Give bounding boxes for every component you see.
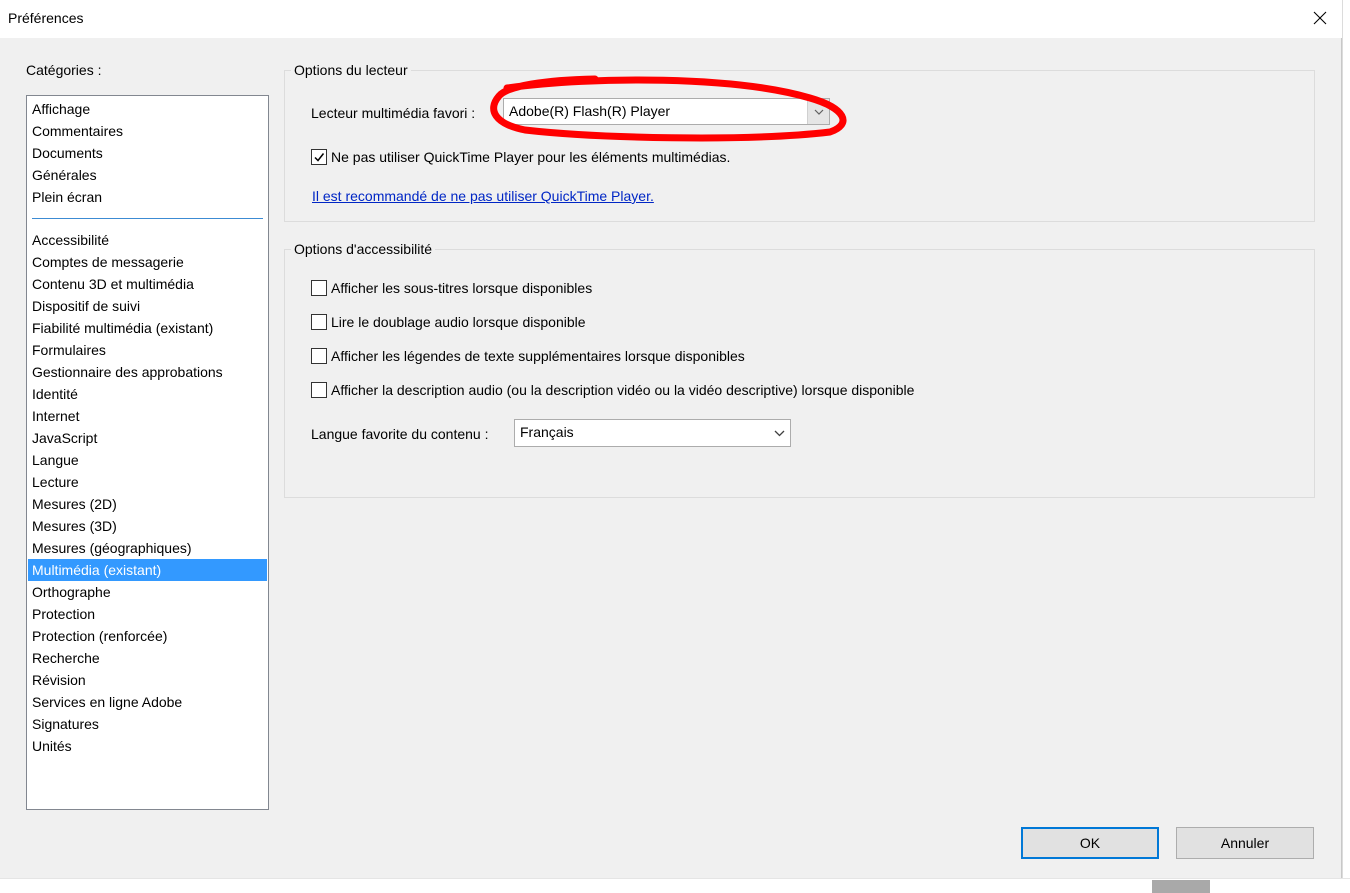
player-dropdown-value: Adobe(R) Flash(R) Player: [509, 103, 671, 119]
background-scroll-element: [1152, 880, 1210, 893]
category-item-mesures-3d[interactable]: Mesures (3D): [28, 515, 267, 537]
category-item-mesures-2d[interactable]: Mesures (2D): [28, 493, 267, 515]
category-item-fiabilite-multimedia-existant[interactable]: Fiabilité multimédia (existant): [28, 317, 267, 339]
category-item-internet[interactable]: Internet: [28, 405, 267, 427]
category-item-multimedia-existant[interactable]: Multimédia (existant): [28, 559, 267, 581]
category-item-langue[interactable]: Langue: [28, 449, 267, 471]
cancel-button[interactable]: Annuler: [1176, 827, 1314, 859]
ok-button[interactable]: OK: [1021, 827, 1159, 859]
audio-description-checkbox[interactable]: [311, 382, 327, 398]
content-language-arrow[interactable]: [768, 420, 790, 446]
title-bar: Préférences: [0, 0, 1342, 38]
category-item-accessibilite[interactable]: Accessibilité: [28, 229, 267, 251]
categories-label: Catégories :: [26, 62, 102, 78]
audio-dubbing-option[interactable]: Lire le doublage audio lorsque disponibl…: [311, 314, 586, 330]
subtitles-checkbox[interactable]: [311, 280, 327, 296]
audio-dubbing-checkbox-label: Lire le doublage audio lorsque disponibl…: [331, 314, 586, 330]
category-item-commentaires[interactable]: Commentaires: [28, 120, 267, 142]
quicktime-recommendation-link[interactable]: Il est recommandé de ne pas utiliser Qui…: [312, 188, 654, 204]
player-dropdown-arrow[interactable]: [807, 99, 829, 124]
category-item-orthographe[interactable]: Orthographe: [28, 581, 267, 603]
category-item-recherche[interactable]: Recherche: [28, 647, 267, 669]
close-button[interactable]: [1298, 0, 1342, 36]
category-item-gestionnaire-des-approbations[interactable]: Gestionnaire des approbations: [28, 361, 267, 383]
quicktime-checkbox-label: Ne pas utiliser QuickTime Player pour le…: [331, 149, 731, 165]
content-language-value: Français: [520, 424, 574, 440]
category-item-documents[interactable]: Documents: [28, 142, 267, 164]
check-icon: [314, 153, 325, 162]
audio-dubbing-checkbox[interactable]: [311, 314, 327, 330]
player-dropdown[interactable]: Adobe(R) Flash(R) Player: [503, 98, 830, 125]
category-item-signatures[interactable]: Signatures: [28, 713, 267, 735]
category-item-plein-ecran[interactable]: Plein écran: [28, 186, 267, 208]
category-group-secondary: Accessibilité Comptes de messagerie Conten…: [27, 229, 268, 757]
category-item-lecture[interactable]: Lecture: [28, 471, 267, 493]
close-icon: [1313, 11, 1327, 25]
audio-description-option[interactable]: Afficher la description audio (ou la des…: [311, 382, 914, 398]
background-window-edge: [1342, 0, 1350, 893]
category-item-javascript[interactable]: JavaScript: [28, 427, 267, 449]
audio-description-checkbox-label: Afficher la description audio (ou la des…: [331, 382, 915, 398]
category-item-services-en-ligne-adobe[interactable]: Services en ligne Adobe: [28, 691, 267, 713]
player-options-legend: Options du lecteur: [291, 62, 411, 78]
chevron-down-icon: [774, 430, 784, 436]
quicktime-option[interactable]: Ne pas utiliser QuickTime Player pour le…: [311, 149, 730, 165]
category-item-dispositif-de-suivi[interactable]: Dispositif de suivi: [28, 295, 267, 317]
category-item-mesures-geographiques[interactable]: Mesures (géographiques): [28, 537, 267, 559]
content-language-dropdown[interactable]: Français: [514, 419, 791, 447]
text-captions-option[interactable]: Afficher les légendes de texte supplémen…: [311, 348, 745, 364]
category-item-protection-renforcee[interactable]: Protection (renforcée): [28, 625, 267, 647]
category-item-identite[interactable]: Identité: [28, 383, 267, 405]
subtitles-option[interactable]: Afficher les sous-titres lorsque disponi…: [311, 280, 592, 296]
category-separator: [32, 218, 263, 219]
quicktime-checkbox[interactable]: [311, 149, 327, 165]
background-window-bottom: [0, 878, 1350, 893]
chevron-down-icon: [814, 109, 823, 115]
category-item-comptes-de-messagerie[interactable]: Comptes de messagerie: [28, 251, 267, 273]
category-list[interactable]: Affichage Commentaires Documents Générales P…: [26, 95, 269, 810]
preferences-dialog: Préférences Catégories : Affichage Commen…: [0, 0, 1342, 878]
category-item-formulaires[interactable]: Formulaires: [28, 339, 267, 361]
subtitles-checkbox-label: Afficher les sous-titres lorsque disponi…: [331, 280, 593, 296]
content-language-label: Langue favorite du contenu :: [311, 426, 489, 442]
text-captions-checkbox-label: Afficher les légendes de texte supplémen…: [331, 348, 745, 364]
category-item-revision[interactable]: Révision: [28, 669, 267, 691]
category-item-affichage[interactable]: Affichage: [28, 98, 267, 120]
category-item-protection[interactable]: Protection: [28, 603, 267, 625]
category-item-unites[interactable]: Unités: [28, 735, 267, 757]
window-title: Préférences: [8, 10, 84, 26]
player-label: Lecteur multimédia favori :: [311, 105, 476, 121]
category-item-generales[interactable]: Générales: [28, 164, 267, 186]
category-group-primary: Affichage Commentaires Documents Générales P…: [27, 98, 268, 208]
text-captions-checkbox[interactable]: [311, 348, 327, 364]
accessibility-options-legend: Options d'accessibilité: [291, 241, 436, 257]
category-item-contenu-3d-et-multimedia[interactable]: Contenu 3D et multimédia: [28, 273, 267, 295]
